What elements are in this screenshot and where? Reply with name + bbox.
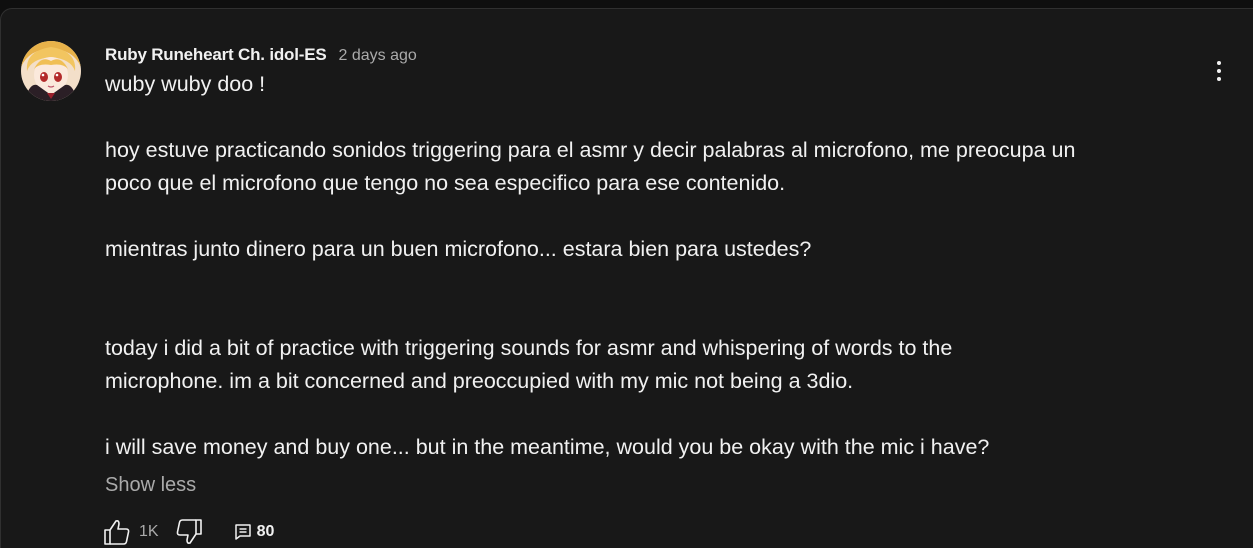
comment-timestamp[interactable]: 2 days ago [338,47,416,65]
thumbs-up-icon [104,520,130,545]
avatar-image [21,41,81,101]
replies-button[interactable]: 80 [233,522,275,542]
thumbs-down-icon [176,519,202,544]
comment-text-line: microphone. im a bit concerned and preoc… [105,369,854,393]
comment-card: Ruby Runeheart Ch. idol-ES 2 days ago wu… [0,8,1253,548]
like-count: 1K [139,523,159,540]
comment-icon [234,524,251,540]
comment-text-line: mientras junto dinero para un buen micro… [105,237,812,261]
comment-text-line: poco que el microfono que tengo no sea e… [105,171,786,195]
dislike-button[interactable] [173,517,205,547]
comment-text-line: hoy estuve practicando sonidos triggerin… [105,138,1076,162]
comment-header: Ruby Runeheart Ch. idol-ES 2 days ago [105,45,417,65]
avatar[interactable] [21,41,81,101]
comment-text-line: today i did a bit of practice with trigg… [105,336,953,360]
comment-text-line: i will save money and buy one... but in … [105,435,990,459]
reply-count: 80 [256,523,275,540]
author-name[interactable]: Ruby Runeheart Ch. idol-ES [105,45,327,65]
show-less-button[interactable]: Show less [105,471,196,499]
comment-actions: 1K 80 [101,517,274,547]
comment-text-line: wuby wuby doo ! [105,72,266,96]
more-vert-icon[interactable] [1205,57,1233,85]
like-button[interactable] [101,517,133,547]
